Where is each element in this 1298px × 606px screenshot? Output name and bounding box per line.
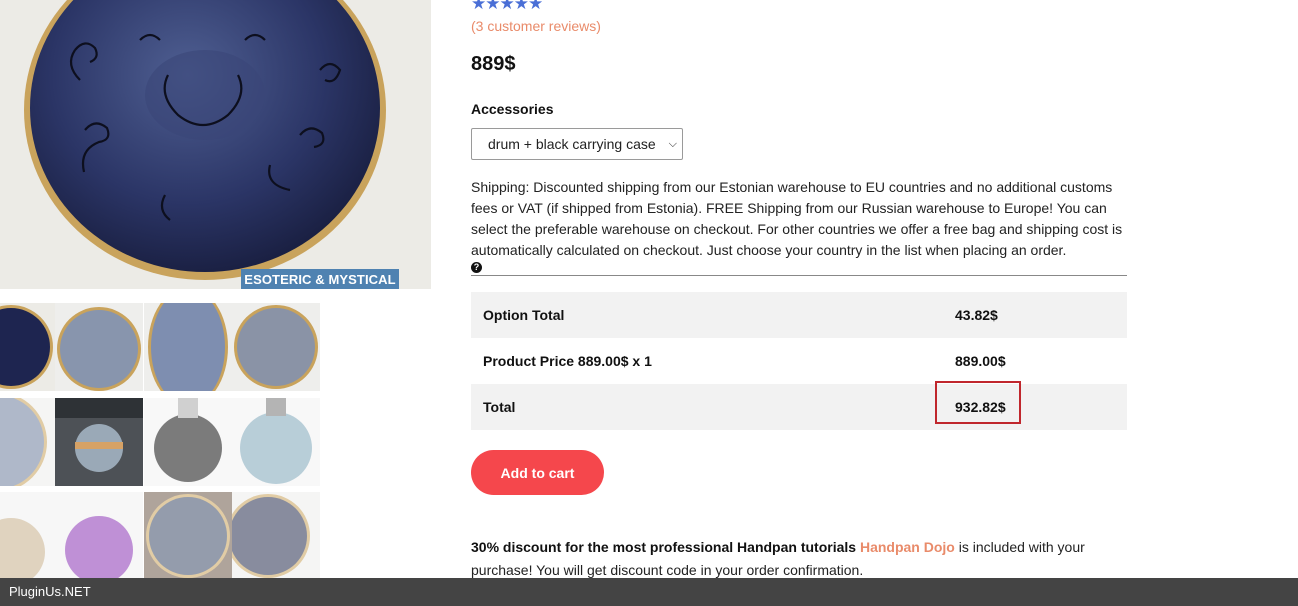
thumbnail-image (232, 303, 320, 391)
option-total-label: Option Total (483, 307, 565, 323)
gallery-thumbnail[interactable] (55, 492, 143, 580)
main-product-image[interactable]: ESOTERIC & MYSTICAL (0, 0, 431, 289)
thumbnail-image (232, 398, 320, 486)
thumbnail-image (144, 398, 232, 486)
shipping-info: Shipping: Discounted shipping from our E… (471, 179, 1123, 258)
grand-total-label: Total (483, 399, 516, 415)
thumbnail-image (55, 492, 143, 580)
thumbnail-image (0, 303, 55, 391)
thumbnail-image (144, 303, 232, 391)
handpan-dojo-link[interactable]: Handpan Dojo (860, 539, 955, 555)
table-row: Total 932.82$ (471, 384, 1127, 430)
gallery-thumbnail[interactable] (232, 492, 320, 580)
gallery-thumbnail[interactable] (144, 398, 232, 486)
customer-reviews-link[interactable]: (3 customer reviews) (471, 18, 601, 34)
gallery-thumbnail[interactable] (0, 303, 55, 391)
option-total-value: 43.82$ (955, 307, 998, 323)
thumbnail-image (144, 492, 232, 580)
product-price-value: 889.00$ (955, 353, 1006, 369)
gallery-thumbnail[interactable] (144, 303, 232, 391)
footer-brand[interactable]: PluginUs.NET (9, 584, 91, 599)
divider (471, 275, 1127, 276)
accessories-select[interactable]: drum + black carrying case ⌵ (471, 128, 683, 160)
thumbnail-image (0, 492, 55, 580)
promo-text: 30% discount for the most professional H… (471, 536, 1121, 582)
album-cover-thumbnail (55, 398, 143, 486)
rating-stars-icon: ★★★★★ (471, 0, 543, 13)
category-badge: ESOTERIC & MYSTICAL (241, 269, 399, 289)
thumbnail-image (232, 492, 320, 580)
chevron-down-icon: ⌵ (668, 138, 677, 150)
thumbnail-image (55, 303, 143, 391)
gallery-thumbnail[interactable] (232, 303, 320, 391)
price-totals-table: Option Total 43.82$ Product Price 889.00… (471, 292, 1127, 430)
gallery-thumbnail[interactable] (55, 398, 143, 486)
product-price: 889$ (471, 53, 516, 75)
table-row: Option Total 43.82$ (471, 292, 1127, 338)
accessories-selected-value: drum + black carrying case (488, 136, 656, 152)
gallery-thumbnail[interactable] (0, 492, 55, 580)
add-to-cart-button[interactable]: Add to cart (471, 450, 604, 495)
gallery-thumbnail[interactable] (232, 398, 320, 486)
help-icon[interactable]: ? (471, 262, 482, 273)
gallery-thumbnail[interactable] (0, 398, 55, 486)
gallery-thumbnail[interactable] (144, 492, 232, 580)
promo-bold-text: 30% discount for the most professional H… (471, 539, 857, 555)
table-row: Product Price 889.00$ x 1 889.00$ (471, 338, 1127, 384)
product-price-label: Product Price 889.00$ x 1 (483, 353, 652, 369)
footer-bar: PluginUs.NET (0, 578, 1298, 606)
handpan-drum-image (0, 0, 431, 289)
gallery-thumbnail[interactable] (55, 303, 143, 391)
accessories-label: Accessories (471, 101, 554, 117)
thumbnail-image (0, 398, 55, 486)
total-highlight-box (935, 381, 1021, 424)
